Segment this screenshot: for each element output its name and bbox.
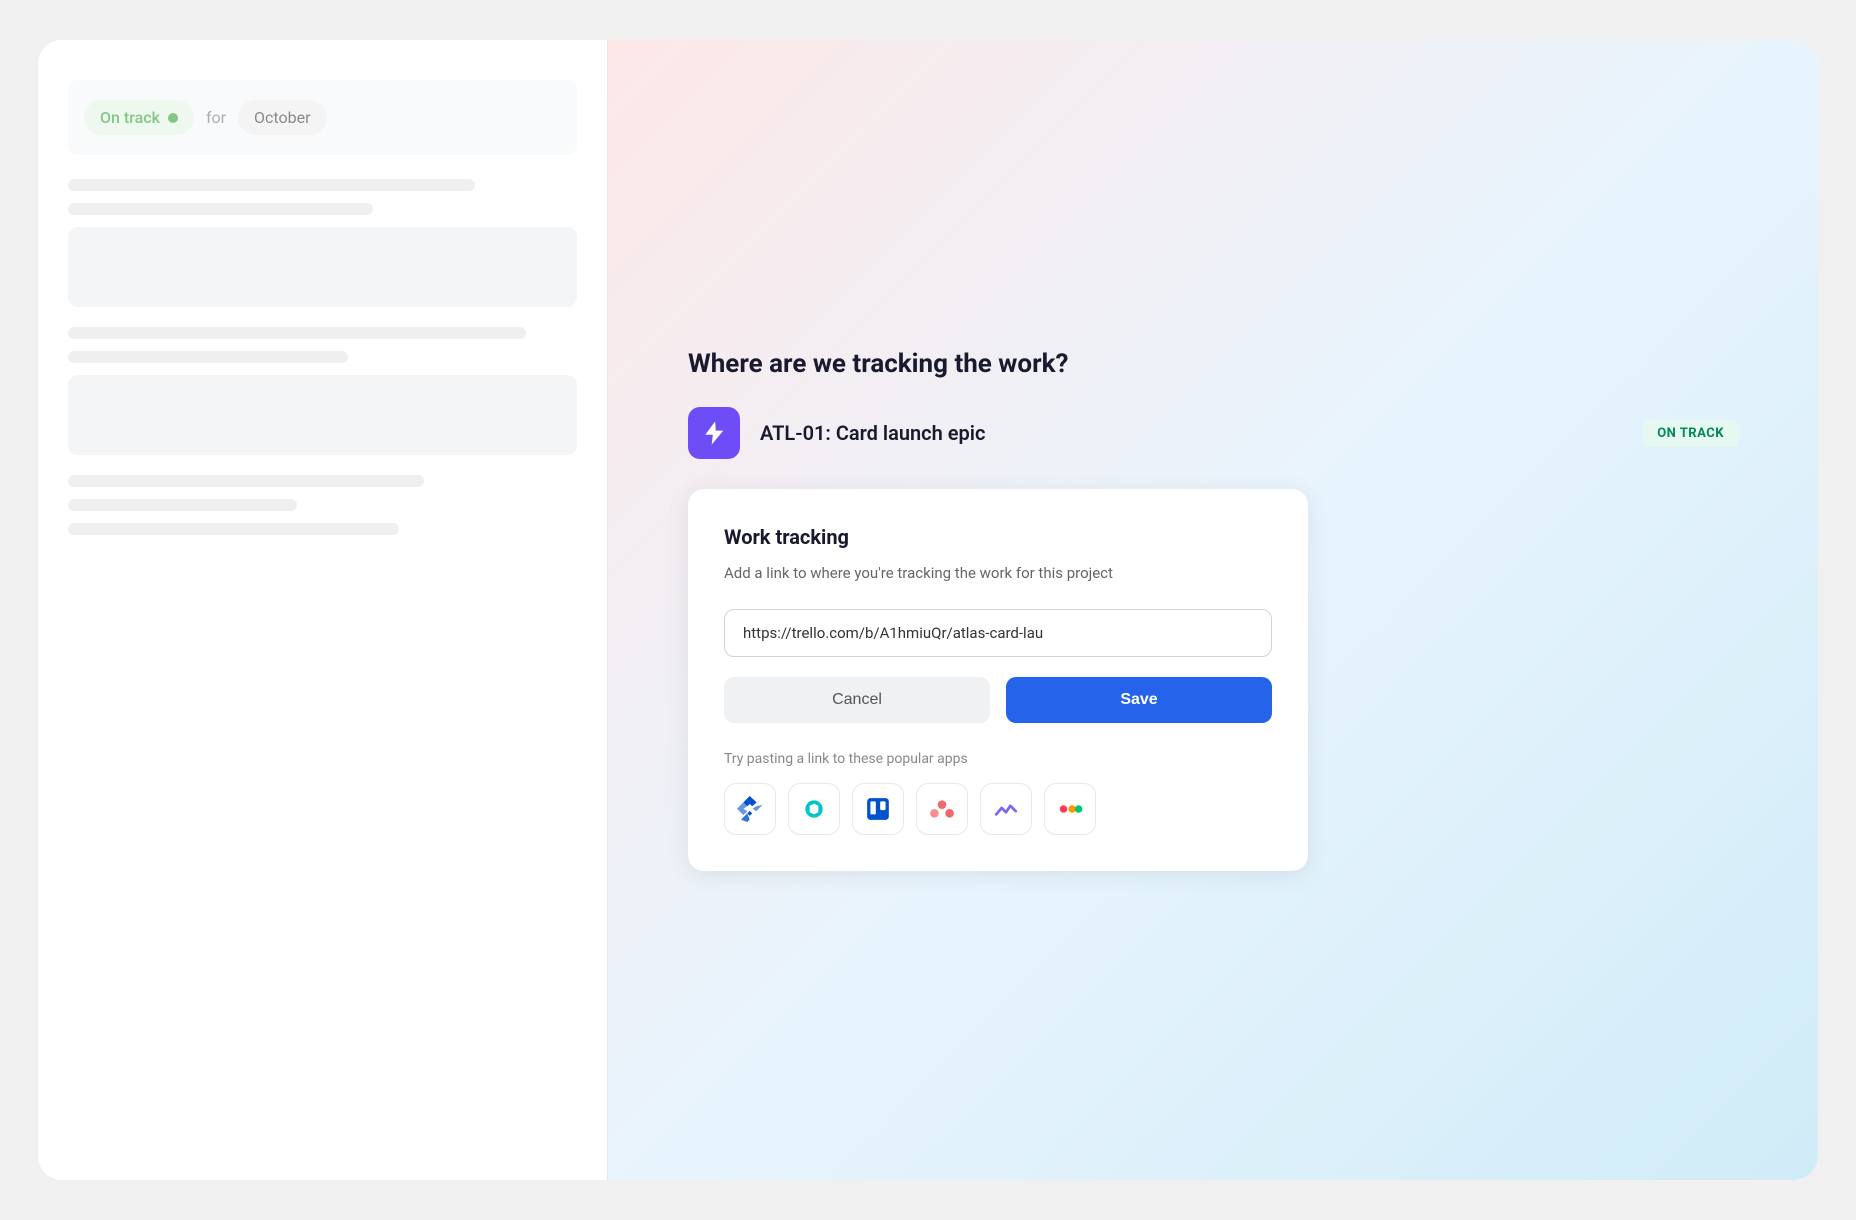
pivotal-app-icon[interactable] (788, 783, 840, 835)
cancel-button[interactable]: Cancel (724, 677, 990, 723)
status-row: On track for October (68, 80, 577, 155)
epic-icon (688, 407, 740, 459)
jira-app-icon[interactable] (724, 783, 776, 835)
left-panel: On track for October (38, 40, 608, 1180)
for-text: for (206, 108, 226, 127)
skeleton-line-2 (68, 203, 373, 215)
monday-app-icon[interactable] (1044, 783, 1096, 835)
skeleton-block-1 (68, 227, 577, 307)
epic-name: ATL-01: Card launch epic (760, 421, 1623, 445)
tracking-card: Work tracking Add a link to where you're… (688, 489, 1308, 871)
on-track-label: On track (100, 108, 160, 127)
october-badge[interactable]: October (238, 100, 326, 135)
skeleton-line-7 (68, 523, 399, 535)
skeleton-line-3 (68, 327, 526, 339)
apps-row (724, 783, 1272, 835)
popular-apps-label: Try pasting a link to these popular apps (724, 751, 1272, 767)
epic-row: ATL-01: Card launch epic ON TRACK (688, 407, 1738, 459)
button-row: Cancel Save (724, 677, 1272, 723)
on-track-badge[interactable]: On track (84, 100, 194, 135)
on-track-dot (168, 113, 178, 123)
section-title: Where are we tracking the work? (688, 349, 1738, 379)
skeleton-line-1 (68, 179, 475, 191)
save-button[interactable]: Save (1006, 677, 1272, 723)
card-description: Add a link to where you're tracking the … (724, 561, 1272, 585)
trello-app-icon[interactable] (852, 783, 904, 835)
main-card: On track for October Where are we tracki… (38, 40, 1818, 1180)
asana-app-icon[interactable] (916, 783, 968, 835)
skeleton-block-2 (68, 375, 577, 455)
lightning-icon (700, 419, 728, 447)
url-input[interactable] (724, 609, 1272, 657)
clickup-app-icon[interactable] (980, 783, 1032, 835)
epic-status-badge: ON TRACK (1643, 420, 1738, 447)
card-title: Work tracking (724, 525, 1272, 549)
skeleton-line-5 (68, 475, 424, 487)
skeleton-line-4 (68, 351, 348, 363)
right-panel: Where are we tracking the work? ATL-01: … (608, 40, 1818, 1180)
skeleton-line-6 (68, 499, 297, 511)
